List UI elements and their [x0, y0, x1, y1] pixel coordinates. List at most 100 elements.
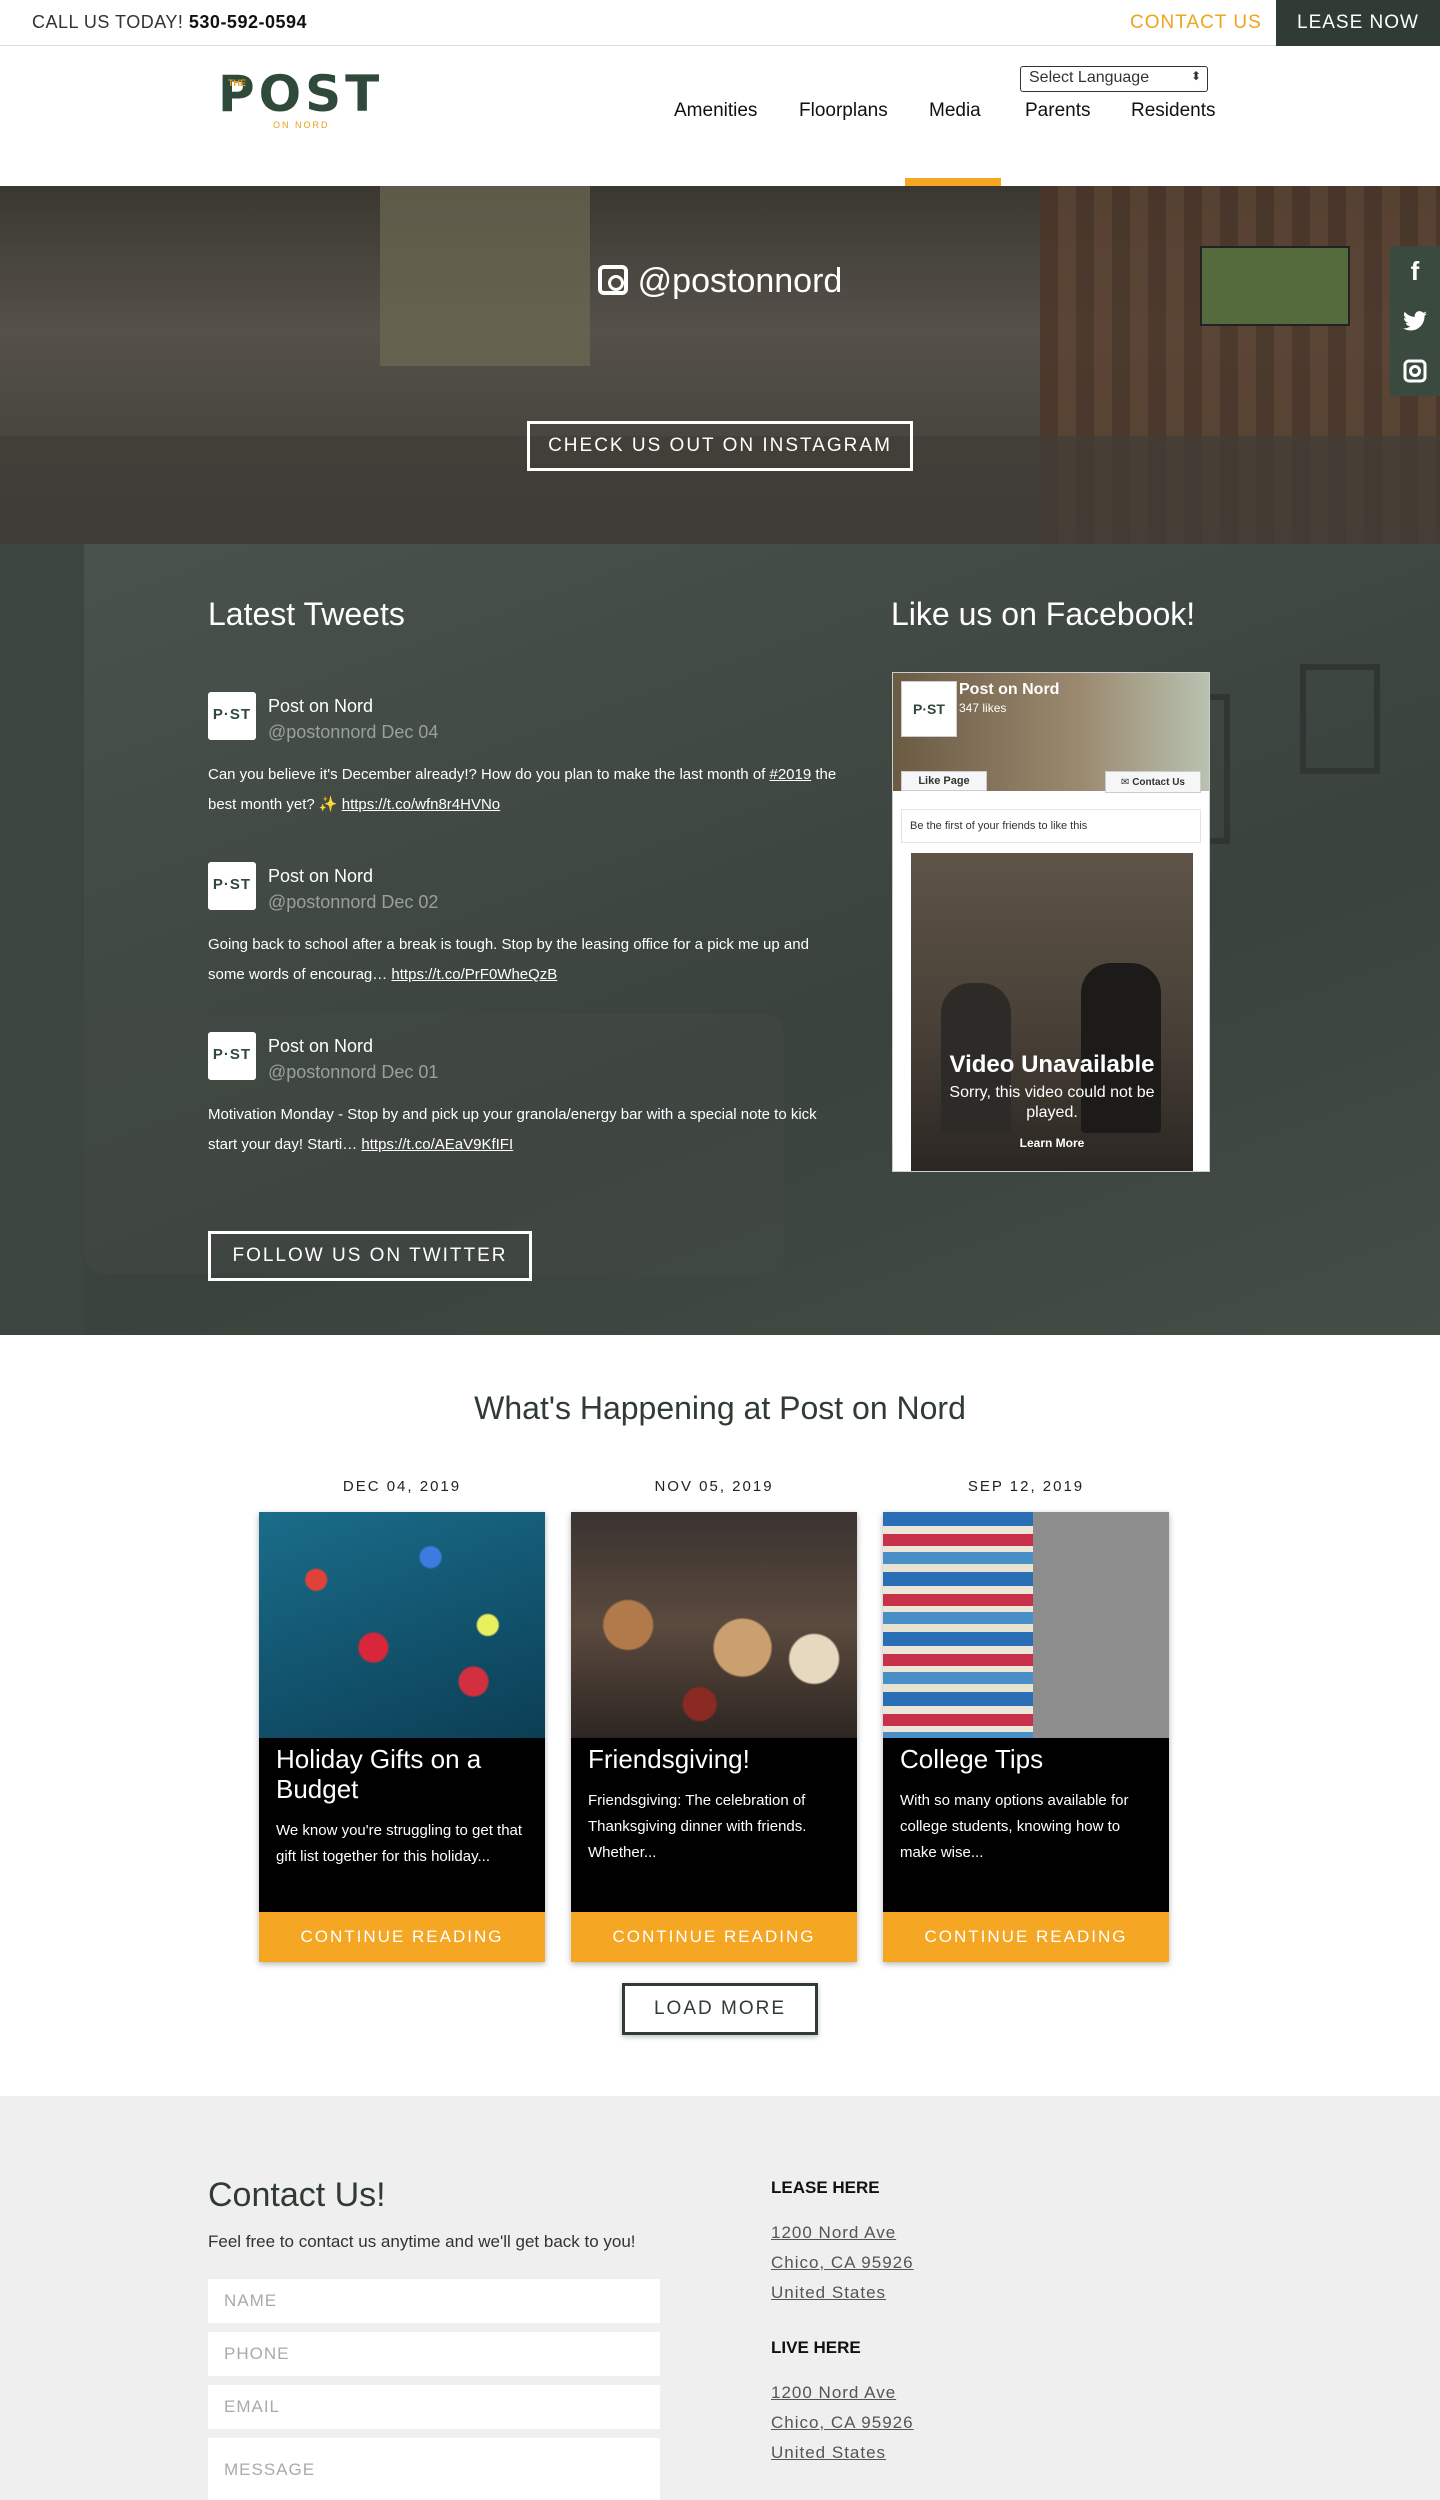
- post-date: NOV 05, 2019: [654, 1478, 774, 1495]
- instagram-handle-text: @postonnord: [637, 262, 843, 300]
- continue-reading-button[interactable]: CONTINUE READING: [883, 1912, 1169, 1962]
- social-sidebar: f: [1390, 246, 1440, 396]
- tweet-handle-text[interactable]: @postonnord: [268, 722, 376, 742]
- tweet-date: Dec 02: [381, 892, 439, 912]
- live-address-line[interactable]: United States: [771, 2443, 886, 2463]
- nav-parents[interactable]: Parents: [1025, 100, 1090, 122]
- tweet-date: Dec 04: [381, 722, 439, 742]
- facebook-icon[interactable]: f: [1390, 246, 1440, 296]
- tweet-name[interactable]: Post on Nord: [268, 866, 373, 887]
- phone-field[interactable]: PHONE: [208, 2332, 660, 2376]
- continue-reading-button[interactable]: CONTINUE READING: [571, 1912, 857, 1962]
- instagram-handle[interactable]: @postonnord: [0, 262, 1440, 301]
- facebook-contact-button[interactable]: ✉ Contact Us: [1105, 771, 1201, 793]
- lease-here-heading: LEASE HERE: [771, 2178, 880, 2197]
- tweet-name[interactable]: Post on Nord: [268, 1036, 373, 1057]
- tweet-link[interactable]: https://t.co/AEaV9KfIFI: [361, 1136, 513, 1153]
- bg-frame: [1300, 664, 1380, 774]
- language-select-value: Select Language: [1029, 69, 1150, 86]
- nav-residents[interactable]: Residents: [1131, 100, 1216, 122]
- facebook-contact-label: Contact Us: [1132, 776, 1185, 788]
- post-card: Holiday Gifts on a Budget We know you're…: [259, 1512, 545, 1962]
- facebook-like-button[interactable]: Like Page: [901, 771, 987, 791]
- live-address-line[interactable]: Chico, CA 95926: [771, 2413, 914, 2433]
- tweet-avatar[interactable]: P·ST: [208, 862, 256, 910]
- email-field[interactable]: EMAIL: [208, 2385, 660, 2429]
- facebook-page-logo[interactable]: P·ST: [901, 681, 957, 737]
- lease-now-button[interactable]: LEASE NOW: [1276, 0, 1440, 46]
- facebook-page-name[interactable]: Post on Nord: [959, 681, 1059, 699]
- name-field[interactable]: NAME: [208, 2279, 660, 2323]
- post-card: College Tips With so many options availa…: [883, 1512, 1169, 1962]
- lease-address-line[interactable]: Chico, CA 95926: [771, 2253, 914, 2273]
- video-learn-more-link[interactable]: Learn More: [911, 1136, 1193, 1150]
- call-us: CALL US TODAY! 530-592-0594: [32, 12, 307, 33]
- instagram-icon: [597, 265, 628, 295]
- happening-title: What's Happening at Post on Nord: [474, 1390, 966, 1426]
- post-date: DEC 04, 2019: [342, 1478, 462, 1495]
- video-unavailable-message: Sorry, this video could not be played.: [949, 1084, 1155, 1121]
- tweet-handle: @postonnord Dec 01: [268, 1062, 438, 1083]
- follow-twitter-button[interactable]: FOLLOW US ON TWITTER: [208, 1231, 532, 1281]
- logo[interactable]: THE POST ON NORD: [218, 68, 388, 132]
- instagram-icon[interactable]: [1390, 346, 1440, 396]
- message-field[interactable]: MESSAGE: [208, 2438, 660, 2500]
- header: THE POST ON NORD Select Language ⬍ Ameni…: [0, 46, 1440, 186]
- logo-main: POST: [218, 65, 384, 123]
- live-here-heading: LIVE HERE: [771, 2338, 861, 2357]
- tweet-name[interactable]: Post on Nord: [268, 696, 373, 717]
- post-image-books[interactable]: [883, 1512, 1169, 1738]
- post-title[interactable]: Holiday Gifts on a Budget: [276, 1744, 536, 1804]
- nav-active-indicator: [905, 178, 1001, 186]
- load-more-button[interactable]: LOAD MORE: [622, 1983, 818, 2035]
- envelope-icon: ✉: [1121, 776, 1133, 788]
- post-excerpt: Friendsgiving: The celebration of Thanks…: [588, 1792, 807, 1861]
- post-date: SEP 12, 2019: [967, 1478, 1085, 1495]
- phone-link[interactable]: 530-592-0594: [189, 12, 307, 32]
- nav-amenities[interactable]: Amenities: [674, 100, 757, 122]
- contact-title: Contact Us!: [208, 2176, 386, 2214]
- lease-address-line[interactable]: United States: [771, 2283, 886, 2303]
- language-select[interactable]: Select Language ⬍: [1020, 66, 1208, 92]
- tweet-avatar[interactable]: P·ST: [208, 1032, 256, 1080]
- tweet-handle-text[interactable]: @postonnord: [268, 892, 376, 912]
- chevron-updown-icon: ⬍: [1190, 69, 1201, 83]
- post-excerpt: With so many options available for colle…: [900, 1792, 1129, 1861]
- tweet-hashtag[interactable]: #2019: [770, 766, 812, 783]
- post-title[interactable]: Friendsgiving!: [588, 1744, 848, 1774]
- lease-address-line[interactable]: 1200 Nord Ave: [771, 2223, 896, 2243]
- facebook-title: Like us on Facebook!: [891, 596, 1196, 632]
- call-label: CALL US TODAY!: [32, 12, 184, 32]
- contact-lead: Feel free to contact us anytime and we'l…: [208, 2232, 636, 2251]
- post-image-dinner[interactable]: [571, 1512, 857, 1738]
- top-bar: CALL US TODAY! 530-592-0594 CONTACT US L…: [0, 0, 1440, 46]
- nav-floorplans[interactable]: Floorplans: [799, 100, 888, 122]
- post-excerpt: We know you're struggling to get that gi…: [276, 1822, 523, 1865]
- logo-sub: ON NORD: [273, 120, 330, 130]
- post-card: Friendsgiving! Friendsgiving: The celebr…: [571, 1512, 857, 1962]
- tweet-text: Can you believe it's December already!? …: [208, 760, 848, 820]
- nav-media[interactable]: Media: [929, 100, 981, 122]
- tweet-text: Motivation Monday - Stop by and pick up …: [208, 1100, 848, 1160]
- tweet-avatar[interactable]: P·ST: [208, 692, 256, 740]
- tweets-title: Latest Tweets: [208, 596, 405, 632]
- tweet-date: Dec 01: [381, 1062, 439, 1082]
- facebook-video[interactable]: Video Unavailable Sorry, this video coul…: [911, 853, 1193, 1171]
- facebook-widget: P·ST Post on Nord 347 likes Like Page ✉ …: [892, 672, 1210, 1172]
- tweet-handle: @postonnord Dec 02: [268, 892, 438, 913]
- live-address-line[interactable]: 1200 Nord Ave: [771, 2383, 896, 2403]
- social-feeds-section: Latest Tweets P·ST Post on Nord @postonn…: [0, 544, 1440, 1335]
- video-unavailable-title: Video Unavailable: [949, 1051, 1155, 1078]
- logo-the: THE: [228, 78, 246, 88]
- post-title[interactable]: College Tips: [900, 1744, 1160, 1774]
- contact-us-link[interactable]: CONTACT US: [1130, 12, 1262, 34]
- tweet-link[interactable]: https://t.co/PrF0WheQzB: [391, 966, 557, 983]
- instagram-hero: @postonnord CHECK US OUT ON INSTAGRAM: [0, 186, 1440, 544]
- tweet-text: Going back to school after a break is to…: [208, 930, 848, 990]
- twitter-icon[interactable]: [1390, 296, 1440, 346]
- tweet-handle-text[interactable]: @postonnord: [268, 1062, 376, 1082]
- tweet-link[interactable]: https://t.co/wfn8r4HVNo: [342, 796, 500, 813]
- continue-reading-button[interactable]: CONTINUE READING: [259, 1912, 545, 1962]
- instagram-button[interactable]: CHECK US OUT ON INSTAGRAM: [527, 421, 913, 471]
- post-image-lights[interactable]: [259, 1512, 545, 1738]
